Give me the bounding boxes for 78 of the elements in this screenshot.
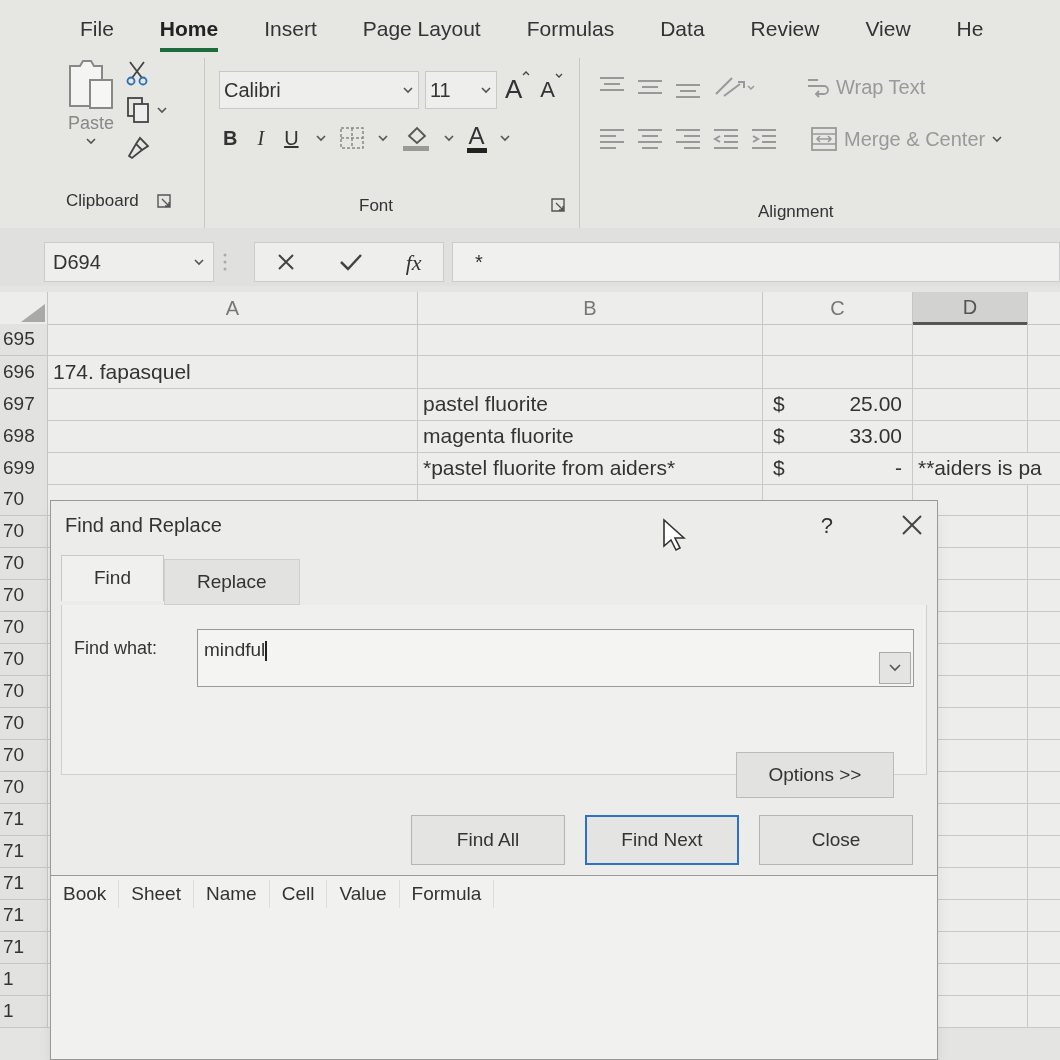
dropdown-caret-icon[interactable] [480,85,492,94]
column-header[interactable]: A [48,292,418,325]
cell-value: - [895,455,902,481]
table-cell: 174. fapasquel [48,356,418,389]
dialog-launcher-icon[interactable] [551,198,565,213]
merge-caret-icon[interactable] [991,135,1004,143]
fill-caret-icon[interactable] [442,134,455,142]
find-what-combobox[interactable]: mindful [197,629,914,687]
ribbon-tab[interactable]: View [865,12,911,52]
name-box-caret-icon[interactable] [193,258,205,266]
italic-button[interactable]: I [253,123,269,153]
font-name-dropdown[interactable]: Calibri [219,70,419,109]
paste-caret-icon[interactable] [85,137,97,145]
more-options-icon [222,252,228,272]
insert-function-button[interactable]: fx [405,245,422,279]
dialog-title: Find and Replace [65,513,222,538]
close-icon[interactable] [901,514,923,536]
cancel-icon[interactable] [276,252,297,272]
currency-symbol: $ [773,455,785,481]
mouse-pointer-icon [661,518,686,552]
font-color-caret-icon[interactable] [498,134,511,142]
fill-color-icon[interactable] [400,124,431,152]
results-column-header[interactable]: Cell [269,879,328,909]
font-color-button[interactable]: A [466,123,487,153]
down-caret-icon [555,73,563,79]
results-column-header[interactable]: Name [193,879,270,909]
column-header[interactable]: D [913,292,1028,325]
table-cell: **aiders is pa [913,452,1060,485]
dialog-button[interactable]: Close [759,815,913,865]
ribbon-tab[interactable]: He [956,12,984,52]
group-label: Font [359,194,394,217]
dialog-launcher-icon[interactable] [156,193,171,208]
dialog-tab[interactable]: Replace [163,559,300,605]
font-size-dropdown[interactable]: 11 [425,70,497,109]
borders-caret-icon[interactable] [376,134,389,142]
scissors-icon[interactable] [126,60,148,86]
group-label: Clipboard [66,190,139,212]
table-cell: magenta fluorite [418,420,763,453]
dropdown-caret-icon[interactable] [402,85,414,94]
ribbon-tab[interactable]: Insert [264,12,317,52]
underline-caret-icon[interactable] [314,134,327,142]
ribbon-tab[interactable]: Formulas [526,12,615,52]
underline-button[interactable]: U [280,123,303,153]
column-header[interactable]: B [418,292,763,325]
bold-button[interactable]: B [219,123,242,153]
table-cell: *pastel fluorite from aiders* [418,452,763,485]
dialog-button[interactable]: Find Next [585,815,739,865]
results-column-header[interactable]: Value [327,879,400,909]
help-button[interactable]: ? [812,508,841,542]
ribbon-tab[interactable]: Review [750,12,820,52]
name-box[interactable]: D694 [44,242,214,282]
dialog-tab[interactable]: Find [61,555,164,601]
decrease-font-size-button[interactable]: A [538,73,565,106]
copy-caret-icon[interactable] [156,106,168,114]
cell-value: 33.00 [849,423,902,449]
copy-icon[interactable] [126,96,152,124]
results-column-header[interactable]: Sheet [119,879,194,909]
merge-cells-icon [810,126,838,152]
formula-input[interactable]: * [452,242,1060,282]
currency-symbol: $ [773,423,785,449]
dialog-button[interactable]: Find All [411,815,565,865]
cell-value: 25.00 [849,391,902,417]
find-what-label: Find what: [74,637,158,660]
paintbrush-icon[interactable] [126,134,152,160]
currency-symbol: $ [773,391,785,417]
results-column-header[interactable]: Formula [399,879,495,909]
ribbon-tab[interactable]: Data [660,12,705,52]
ribbon-tab[interactable]: File [80,12,114,52]
results-column-header[interactable]: Book [51,879,120,909]
checkmark-icon[interactable] [339,252,364,272]
table-cell: pastel fluorite [418,388,763,421]
paste-clipboard-icon[interactable] [66,58,116,110]
up-caret-icon [522,70,531,76]
ribbon-tab[interactable]: Home [159,12,219,52]
group-label: Alignment [758,201,834,221]
options-button[interactable]: Options >> [736,752,894,798]
increase-font-size-button[interactable]: A [503,70,533,109]
ribbon-tab[interactable]: Page Layout [362,12,481,52]
